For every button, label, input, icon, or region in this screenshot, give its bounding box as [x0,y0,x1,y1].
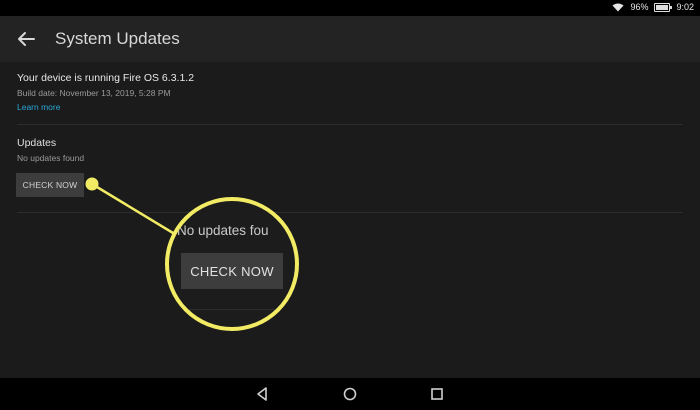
circle-home-icon[interactable] [342,386,358,402]
updates-status-text: No updates found [17,153,85,163]
battery-percent: 96% [630,2,649,12]
battery-icon [654,2,673,12]
square-recents-icon[interactable] [429,386,445,402]
check-now-button[interactable]: CHECK NOW [16,173,84,197]
app-bar: System Updates [0,16,700,62]
content: Your device is running Fire OS 6.3.1.2 B… [0,62,700,378]
updates-heading: Updates [17,137,57,149]
triangle-back-icon[interactable] [254,386,270,402]
back-arrow-icon[interactable] [14,27,38,51]
divider [17,212,683,213]
status-bar: 96% 9:02 [0,0,700,16]
magnified-status-text: No updates fou [177,223,269,238]
build-date-text: Build date: November 13, 2019, 5:28 PM [17,88,171,98]
divider [169,309,295,310]
wifi-icon [612,3,624,11]
magnifier-callout: No updates fou CHECK NOW [165,197,299,331]
clock: 9:02 [676,2,694,12]
os-version-text: Your device is running Fire OS 6.3.1.2 [17,72,195,84]
magnified-check-now-button: CHECK NOW [181,253,283,289]
status-icons: 96% 9:02 [612,2,694,12]
divider [17,124,683,125]
page-title: System Updates [55,29,180,48]
navigation-bar [0,378,700,410]
learn-more-link[interactable]: Learn more [17,102,60,112]
screen: 96% 9:02 System Updates Your device is r… [0,0,700,410]
